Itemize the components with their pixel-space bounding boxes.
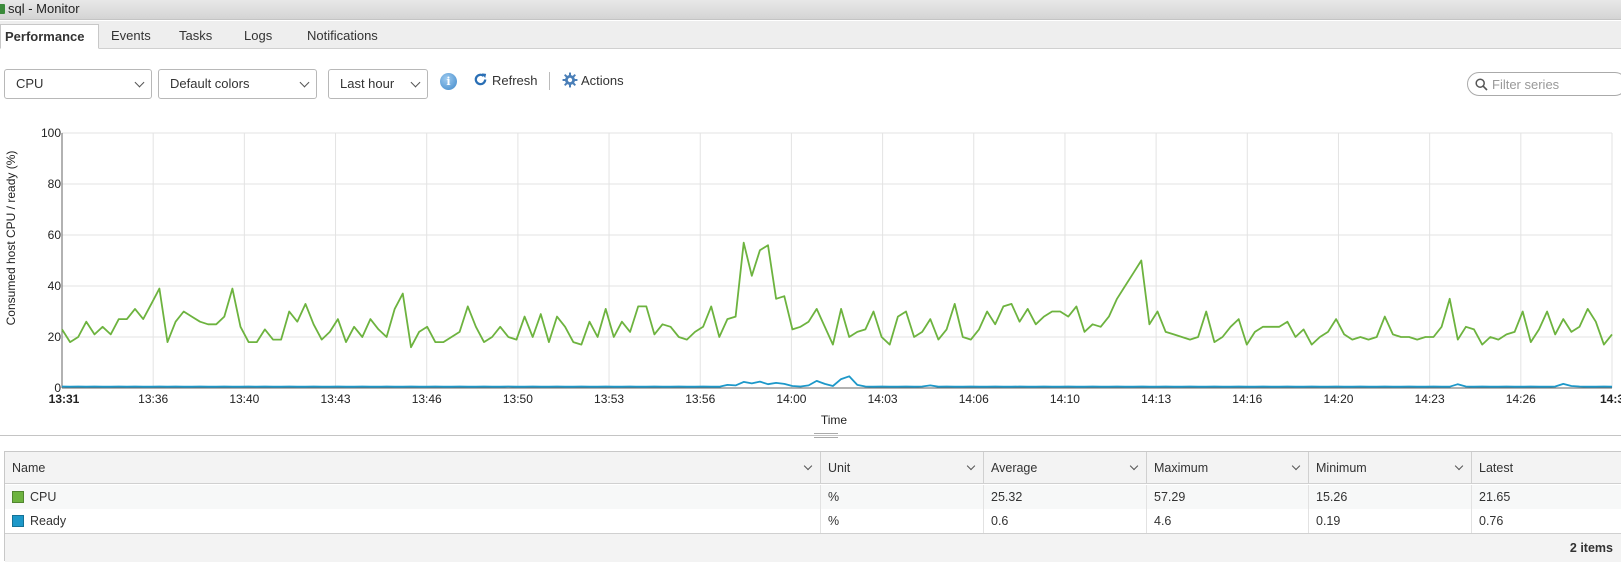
item-count: 2 items [1569,541,1613,555]
column-header-minimum[interactable]: Minimum [1309,452,1472,484]
column-header-latest[interactable]: Latest [1472,452,1621,484]
x-tick-label: 14:10 [1049,392,1080,406]
column-header-label: Maximum [1154,461,1209,475]
cell-name: Ready [5,509,821,533]
x-tick-label: 14:00 [776,392,807,406]
column-header-label: Latest [1479,461,1514,475]
x-tick-label: 13:53 [594,392,625,406]
column-header-maximum[interactable]: Maximum [1147,452,1309,484]
table-row[interactable]: Ready % 0.6 4.6 0.19 0.76 [5,509,1621,533]
column-header-label: Minimum [1316,461,1367,475]
x-tick-label: 14:13 [1141,392,1172,406]
chart-x-axis-label: Time [820,413,848,427]
series-table: Name Unit Average Maximum Minimum Latest… [4,451,1621,562]
table-row[interactable]: CPU % 25.32 57.29 15.26 21.65 [5,485,1621,509]
table-footer: 2 items [5,533,1621,562]
x-tick-label: 14:3 [1599,392,1621,406]
series-name: CPU [30,490,57,504]
series-color-swatch [12,491,24,503]
series-line-cpu [61,241,1613,349]
column-header-label: Unit [828,461,851,475]
cell-average: 25.32 [984,485,1147,509]
series-name: Ready [30,514,67,528]
cell-unit: % [821,509,984,533]
cell-latest: 0.76 [1479,514,1504,528]
x-tick-label: 13:36 [138,392,169,406]
column-header-name[interactable]: Name [5,452,821,484]
x-tick-label: 13:56 [685,392,716,406]
x-tick-label: 13:40 [229,392,260,406]
x-tick-label: 14:23 [1414,392,1445,406]
table-header: Name Unit Average Maximum Minimum Latest [5,452,1621,484]
performance-chart [61,132,1613,389]
x-tick-label: 13:31 [48,392,80,406]
x-tick-label: 14:20 [1323,392,1354,406]
cell-unit: % [821,485,984,509]
splitter-grip-icon[interactable] [814,433,838,438]
column-header-average[interactable]: Average [984,452,1147,484]
x-tick-label: 14:16 [1232,392,1263,406]
cell-maximum: 57.29 [1147,485,1309,509]
cell-minimum: 0.19 [1309,509,1472,533]
cell-average: 0.6 [984,509,1147,533]
cell-maximum: 4.6 [1147,509,1309,533]
column-header-unit[interactable]: Unit [821,452,984,484]
chevron-down-icon[interactable] [1454,461,1464,471]
x-tick-label: 13:50 [502,392,533,406]
panel-splitter[interactable] [0,435,1621,436]
chevron-down-icon[interactable] [966,461,976,471]
series-line-ready [61,375,1613,388]
chevron-down-icon[interactable] [1129,461,1139,471]
column-header-label: Name [12,461,46,475]
cell-name: CPU [5,485,821,509]
cell-minimum: 15.26 [1309,485,1472,509]
series-color-swatch [12,515,24,527]
x-tick-label: 13:43 [320,392,351,406]
chevron-down-icon[interactable] [1291,461,1301,471]
x-tick-label: 14:06 [958,392,989,406]
cell-latest: 21.65 [1479,490,1511,504]
x-tick-label: 14:03 [867,392,898,406]
x-tick-label: 14:26 [1505,392,1536,406]
column-header-label: Average [991,461,1038,475]
x-tick-label: 13:46 [411,392,442,406]
chevron-down-icon[interactable] [803,461,813,471]
